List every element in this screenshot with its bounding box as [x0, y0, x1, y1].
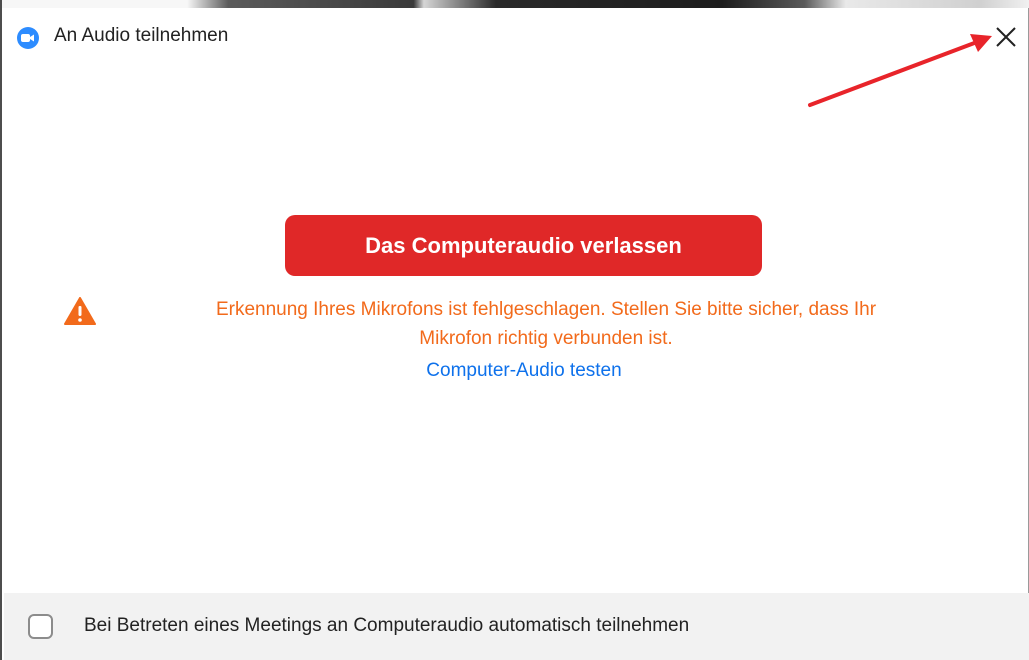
auto-join-checkbox[interactable] — [28, 614, 53, 639]
background-window-strip — [2, 0, 1029, 8]
warning-line-2: Mikrofon richtig verbunden ist. — [419, 328, 673, 349]
warning-line-1: Erkennung Ihres Mikrofons ist fehlgeschl… — [215, 299, 877, 320]
footer-bar: Bei Betreten eines Meetings an Computera… — [4, 593, 1029, 660]
leave-computer-audio-button[interactable]: Das Computeraudio verlassen — [285, 215, 762, 276]
warning-triangle-icon — [64, 297, 96, 325]
titlebar: An Audio teilnehmen — [2, 8, 1029, 62]
close-button[interactable] — [988, 22, 1024, 52]
test-computer-audio-link[interactable]: Computer-Audio testen — [2, 360, 1029, 382]
warning-text: Erkennung Ihres Mikrofons ist fehlgeschl… — [116, 295, 976, 353]
microphone-warning: Erkennung Ihres Mikrofons ist fehlgeschl… — [64, 291, 964, 361]
close-icon — [996, 27, 1016, 47]
zoom-camera-icon — [17, 27, 39, 49]
window-title: An Audio teilnehmen — [54, 25, 229, 46]
auto-join-label[interactable]: Bei Betreten eines Meetings an Computera… — [84, 615, 689, 637]
join-audio-dialog: An Audio teilnehmen Das Computeraudio ve… — [0, 0, 1029, 660]
